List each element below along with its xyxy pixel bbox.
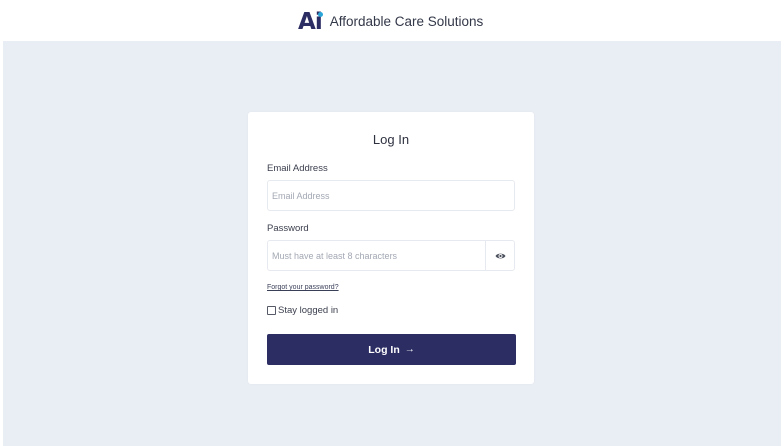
- login-button[interactable]: Log In →: [267, 334, 516, 365]
- login-button-label: Log In: [368, 343, 400, 356]
- password-input[interactable]: [268, 241, 482, 270]
- email-label: Email Address: [267, 163, 328, 174]
- brand-logo[interactable]: Ai Affordable Care Solutions: [298, 10, 483, 34]
- forgot-password-link[interactable]: Forgot your password?: [267, 284, 339, 291]
- login-card: Log In Email Address Password Forgot you…: [248, 112, 534, 384]
- arrow-right-icon: →: [404, 344, 415, 355]
- logo-mark: Ai: [298, 9, 323, 35]
- card-title: Log In: [372, 132, 410, 147]
- stay-logged-in-checkbox[interactable]: [267, 306, 276, 315]
- logo-letter-a: A: [298, 9, 316, 35]
- password-field-box: [267, 240, 515, 271]
- brand-name: Affordable Care Solutions: [329, 14, 484, 29]
- eye-icon: [495, 253, 505, 258]
- email-input[interactable]: [268, 181, 482, 210]
- top-header: Ai Affordable Care Solutions: [0, 0, 784, 41]
- stay-logged-in-label: Stay logged in: [278, 305, 339, 316]
- password-label: Password: [267, 223, 309, 234]
- show-password-button[interactable]: [485, 241, 514, 270]
- logo-letter-i: i: [314, 9, 323, 35]
- stay-logged-in-option[interactable]: Stay logged in: [267, 305, 338, 316]
- email-field-box: [267, 180, 515, 211]
